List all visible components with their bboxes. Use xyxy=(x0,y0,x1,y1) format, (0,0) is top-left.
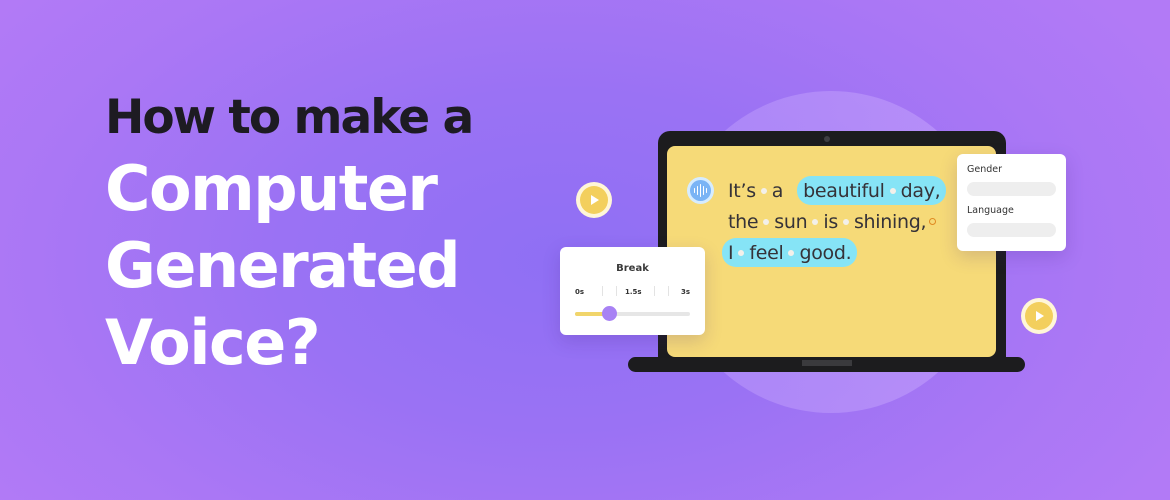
break-title: Break xyxy=(616,263,649,274)
laptop-notch xyxy=(802,360,852,366)
pause-dot[interactable] xyxy=(788,249,795,256)
play-button[interactable] xyxy=(576,182,612,218)
highlighted-phrase[interactable]: I feel good. xyxy=(722,238,858,267)
headline-line-4: Voice? xyxy=(105,306,321,379)
tick-separator xyxy=(602,286,603,296)
pause-dot[interactable] xyxy=(763,218,770,225)
word[interactable]: beautiful xyxy=(803,180,885,202)
tick-separator xyxy=(616,286,617,296)
tick-label-mid: 1.5s xyxy=(625,288,642,296)
word[interactable]: is xyxy=(823,211,838,233)
headline-line-2: Computer xyxy=(105,152,438,225)
play-icon xyxy=(591,195,599,205)
word[interactable]: good. xyxy=(799,242,851,264)
cursor-dot[interactable] xyxy=(929,218,937,225)
tick-separator xyxy=(654,286,655,296)
play-button[interactable] xyxy=(1021,298,1057,334)
word[interactable]: a xyxy=(772,180,784,202)
gender-select[interactable] xyxy=(967,182,1056,196)
headline-line-1: How to make a xyxy=(105,90,474,145)
laptop-camera xyxy=(824,136,830,142)
pause-dot[interactable] xyxy=(842,218,849,225)
word[interactable]: I xyxy=(728,242,734,264)
headline-line-3: Generated xyxy=(105,229,461,302)
word[interactable]: feel xyxy=(749,242,783,264)
word[interactable]: It’s xyxy=(728,180,756,202)
break-slider-track[interactable] xyxy=(575,312,690,316)
language-label: Language xyxy=(967,205,1014,216)
sentence-line-3: I feel good. xyxy=(722,238,858,267)
word[interactable]: the xyxy=(728,211,759,233)
sentence-line-2: the sun is shining, xyxy=(728,207,941,236)
break-slider-thumb[interactable] xyxy=(602,306,617,321)
word[interactable]: sun xyxy=(774,211,807,233)
highlighted-phrase[interactable]: beautiful day, xyxy=(797,176,947,205)
gender-label: Gender xyxy=(967,164,1003,175)
voice-settings-card: Gender Language xyxy=(957,154,1066,251)
play-icon xyxy=(1036,311,1044,321)
language-select[interactable] xyxy=(967,223,1056,237)
word[interactable]: day, xyxy=(901,180,941,202)
pause-dot[interactable] xyxy=(812,218,819,225)
pause-dot[interactable] xyxy=(738,249,745,256)
pause-dot[interactable] xyxy=(760,187,767,194)
word[interactable]: shining, xyxy=(854,211,927,233)
sentence-line-1: It’s a beautiful day, xyxy=(728,176,947,205)
tick-label-min: 0s xyxy=(575,288,585,296)
tick-label-max: 3s xyxy=(681,288,691,296)
pause-dot[interactable] xyxy=(889,187,896,194)
headline: How to make a Computer Generated Voice? xyxy=(105,86,474,381)
sound-wave-icon[interactable] xyxy=(687,177,714,204)
break-card: Break 0s 1.5s 3s xyxy=(560,247,705,335)
tick-separator xyxy=(668,286,669,296)
